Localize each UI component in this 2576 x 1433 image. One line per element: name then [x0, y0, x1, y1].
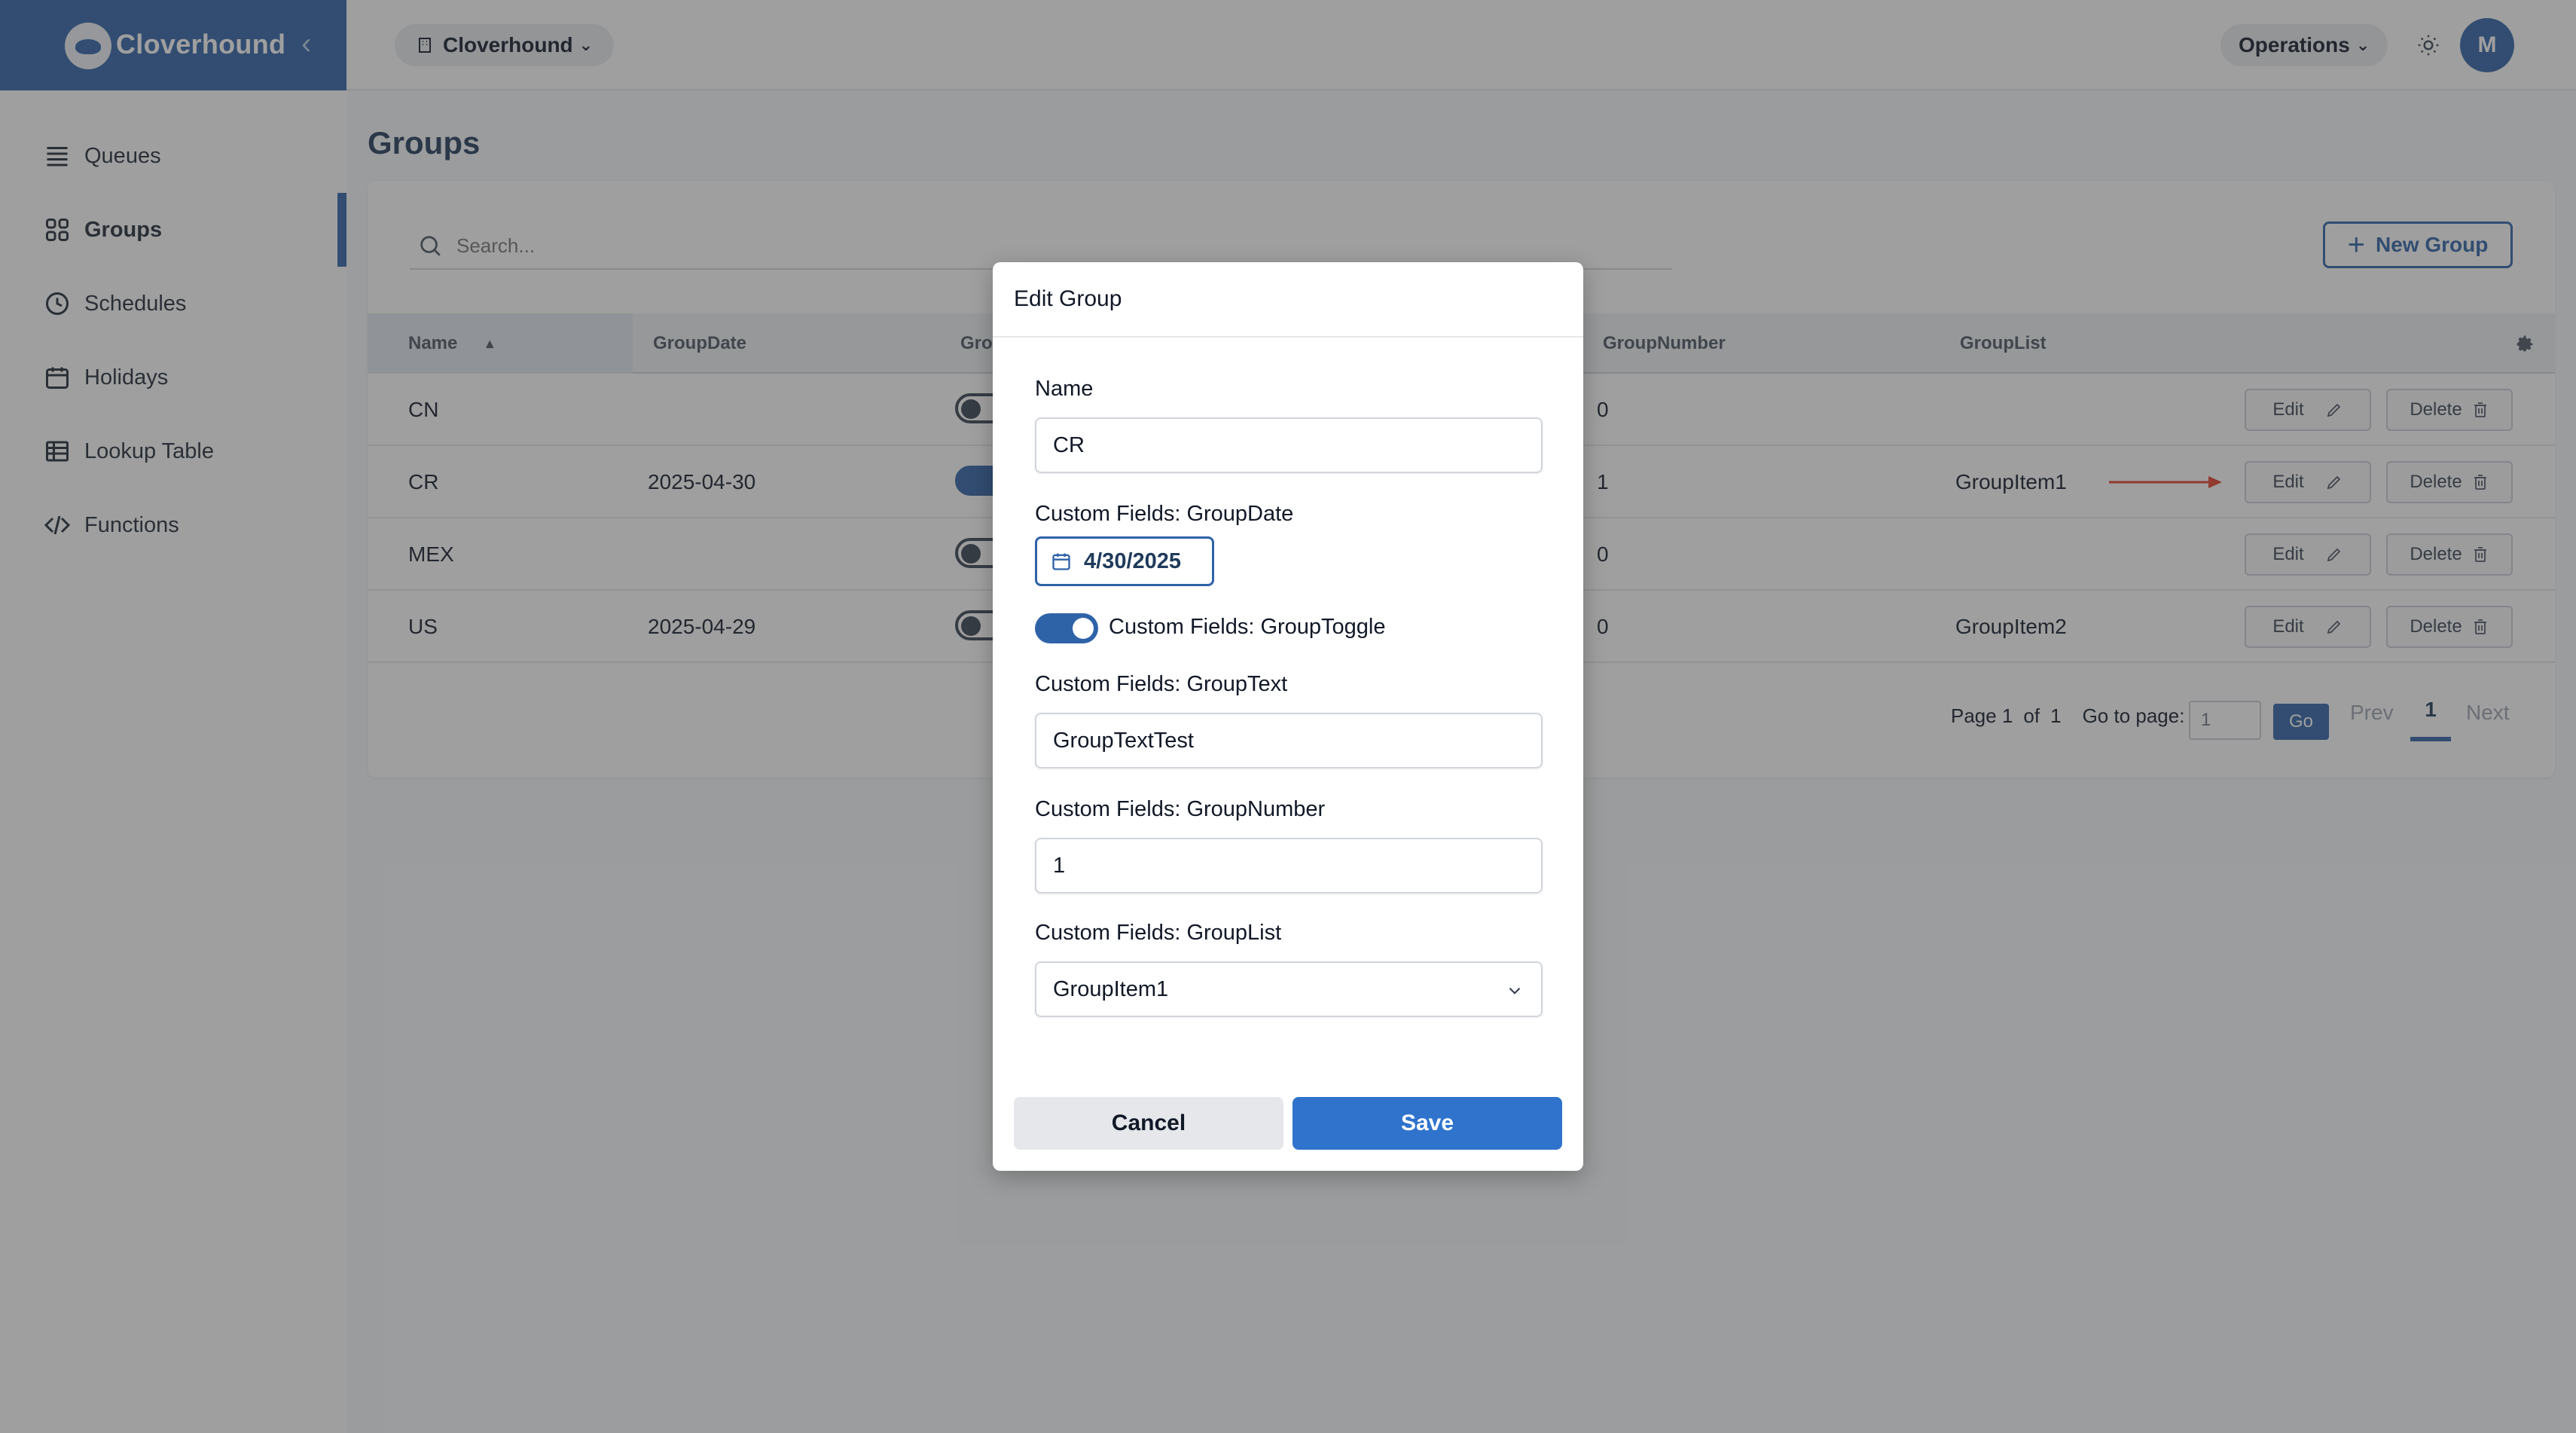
grouptoggle-switch[interactable]	[1035, 613, 1098, 643]
grouptext-label: Custom Fields: GroupText	[1035, 672, 1288, 696]
groupdate-picker[interactable]: 4/30/2025	[1035, 536, 1214, 586]
groupdate-label: Custom Fields: GroupDate	[1035, 502, 1294, 526]
grouplist-selected-value: GroupItem1	[1053, 976, 1169, 1001]
grouplist-label: Custom Fields: GroupList	[1035, 921, 1282, 945]
grouptext-field[interactable]: GroupTextTest	[1035, 713, 1543, 768]
grouplist-select[interactable]: GroupItem1	[1035, 961, 1543, 1017]
cancel-button[interactable]: Cancel	[1014, 1097, 1283, 1150]
calendar-icon	[1052, 553, 1070, 570]
name-label: Name	[1035, 377, 1094, 401]
groupdate-value: 4/30/2025	[1084, 548, 1182, 573]
name-field[interactable]: CR	[1035, 417, 1543, 473]
groupnumber-field[interactable]: 1	[1035, 838, 1543, 894]
edit-group-modal: Edit Group Name CR Custom Fields: GroupD…	[993, 262, 1583, 1171]
grouptoggle-label: Custom Fields: GroupToggle	[1109, 615, 1386, 639]
modal-title: Edit Group	[993, 262, 1583, 338]
groupnumber-label: Custom Fields: GroupNumber	[1035, 797, 1326, 821]
chevron-down-icon	[1509, 987, 1521, 995]
save-button[interactable]: Save	[1293, 1097, 1562, 1150]
